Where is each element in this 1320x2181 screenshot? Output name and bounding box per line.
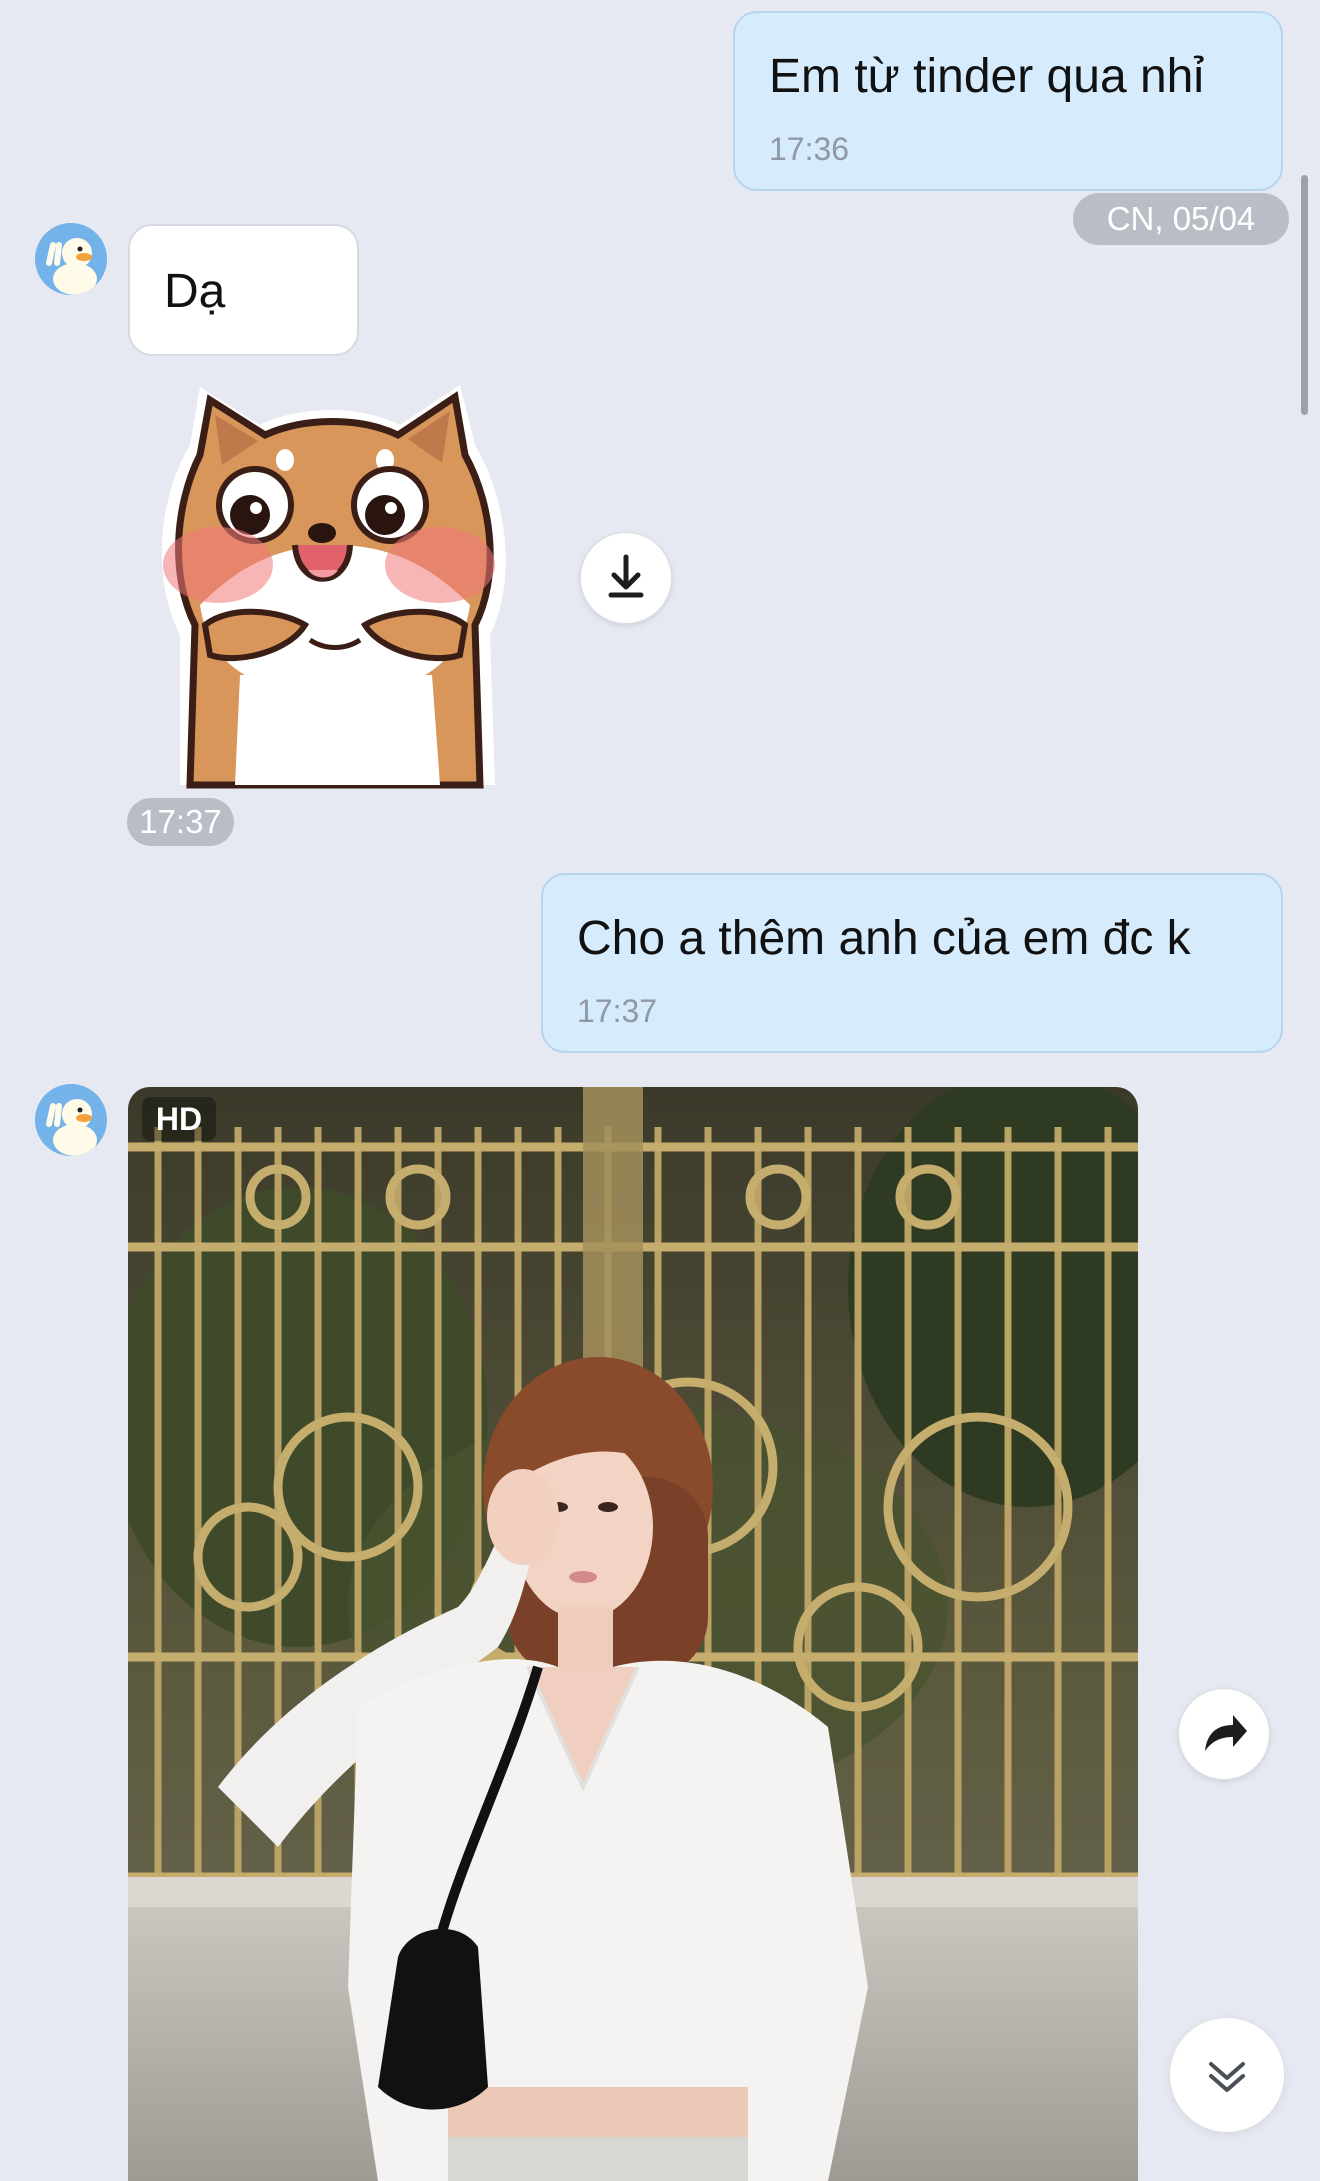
incoming-message[interactable]: Dạ: [128, 224, 359, 356]
message-time: 17:36: [769, 131, 850, 167]
download-icon: [608, 554, 644, 598]
message-text: Cho a thêm anh của em đc k: [577, 912, 1191, 965]
sticker[interactable]: [140, 375, 530, 790]
forward-icon: [1205, 1715, 1247, 1751]
avatar[interactable]: [35, 1084, 107, 1156]
photo-image: [128, 1087, 1138, 2181]
shiba-dog-sticker-icon: [161, 385, 506, 789]
message-time: 17:37: [577, 993, 658, 1029]
photo-message[interactable]: HD: [128, 1087, 1138, 2181]
scrollbar[interactable]: [1301, 175, 1308, 415]
message-text: Em từ tinder qua nhỉ: [769, 50, 1205, 103]
duck-avatar-icon: [35, 1084, 107, 1156]
forward-button[interactable]: [1178, 1688, 1270, 1780]
download-button[interactable]: [580, 532, 672, 624]
outgoing-message[interactable]: Em từ tinder qua nhỉ 17:36: [733, 11, 1283, 191]
avatar[interactable]: [35, 223, 107, 295]
outgoing-message[interactable]: Cho a thêm anh của em đc k 17:37: [541, 873, 1283, 1053]
date-separator: CN, 05/04: [1073, 193, 1289, 245]
scroll-down-button[interactable]: [1170, 2018, 1284, 2132]
hd-badge: HD: [142, 1097, 216, 1141]
message-time: 17:37: [127, 798, 234, 846]
duck-avatar-icon: [35, 223, 107, 295]
chevron-double-down-icon: [1209, 2062, 1245, 2092]
message-text: Dạ: [164, 265, 226, 318]
